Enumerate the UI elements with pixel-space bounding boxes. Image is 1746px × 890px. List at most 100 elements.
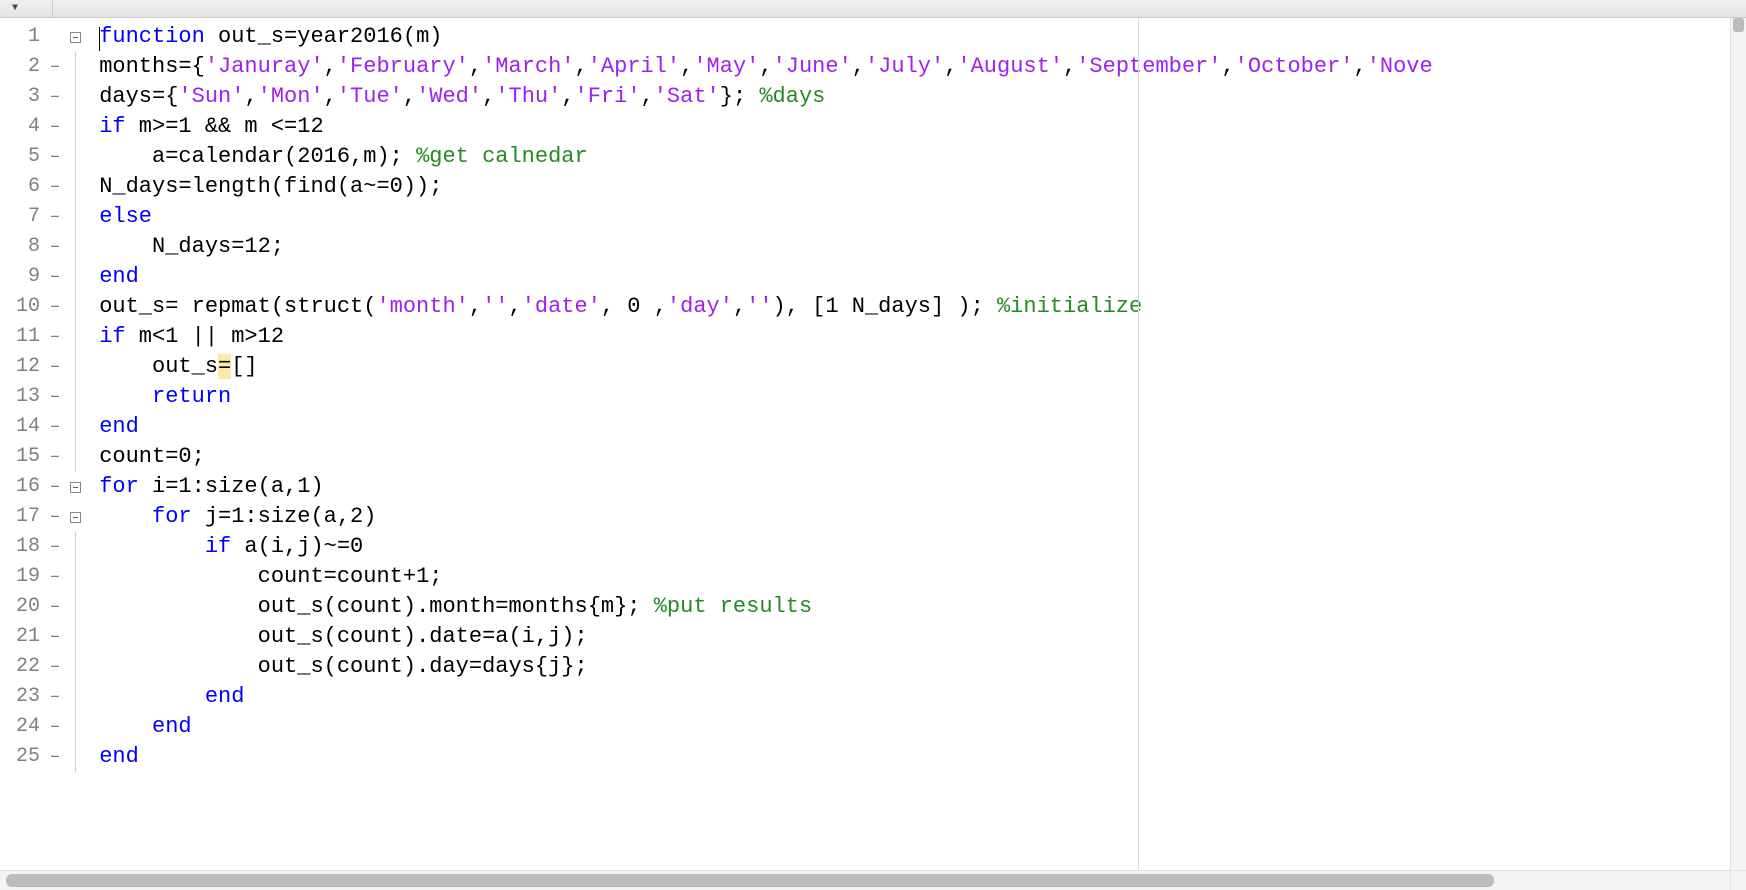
fold-cell [64,532,86,562]
fold-line-icon [75,52,76,82]
code-line[interactable]: days={'Sun','Mon','Tue','Wed','Thu','Fri… [86,82,1746,112]
code-token: , [508,294,521,319]
code-token: a(i,j)~=0 [231,534,363,559]
code-line[interactable]: end [86,262,1746,292]
breakpoint-cell[interactable]: – [46,262,64,292]
breakpoint-cell[interactable]: – [46,532,64,562]
breakpoint-cell[interactable]: – [46,232,64,262]
fold-cell[interactable] [64,22,86,52]
code-line[interactable]: a=calendar(2016,m); %get calnedar [86,142,1746,172]
line-number: 17 [0,502,46,532]
breakpoint-cell[interactable]: – [46,472,64,502]
breakpoint-cell[interactable]: – [46,412,64,442]
code-token: ), [1 N_days] ); [773,294,997,319]
code-line[interactable]: if a(i,j)~=0 [86,532,1746,562]
code-folding-strip[interactable] [64,18,86,870]
breakpoint-cell[interactable]: – [46,382,64,412]
code-token: end [99,744,139,769]
breakpoint-cell[interactable]: – [46,202,64,232]
code-token: 'July' [865,54,944,79]
code-line[interactable]: months={'Januray','February','March','Ap… [86,52,1746,82]
fold-line-icon [75,712,76,742]
breakpoint-cell[interactable]: – [46,322,64,352]
fold-line-icon [75,292,76,322]
code-line[interactable]: count=0; [86,442,1746,472]
code-line[interactable]: end [86,742,1746,772]
breakpoint-cell[interactable]: – [46,292,64,322]
code-area[interactable]: function out_s=year2016(m) months={'Janu… [86,18,1746,870]
code-line[interactable]: for i=1:size(a,1) [86,472,1746,502]
code-line[interactable]: out_s=[] [86,352,1746,382]
code-line[interactable]: else [86,202,1746,232]
code-line[interactable]: N_days=12; [86,232,1746,262]
code-token: out_s(count).month=months{m}; [258,594,654,619]
code-token: %get calnedar [416,144,588,169]
code-token: 'Fri' [575,84,641,109]
code-line[interactable]: end [86,712,1746,742]
fold-minus-icon[interactable] [70,482,81,493]
code-token: , [324,54,337,79]
line-number: 14 [0,412,46,442]
code-token: end [99,414,139,439]
breakpoint-cell[interactable]: – [46,622,64,652]
vertical-scrollbar[interactable] [1730,18,1746,870]
code-line[interactable]: for j=1:size(a,2) [86,502,1746,532]
code-line[interactable]: out_s= repmat(struct('month','','date', … [86,292,1746,322]
breakpoint-cell[interactable] [46,22,64,52]
breakpoint-cell[interactable]: – [46,682,64,712]
fold-cell [64,322,86,352]
fold-minus-icon[interactable] [70,32,81,43]
horizontal-scrollbar[interactable] [0,870,1730,890]
breakpoint-cell[interactable]: – [46,172,64,202]
breakpoint-cell[interactable]: – [46,562,64,592]
code-token: if [99,114,125,139]
breakpoint-cell[interactable]: – [46,82,64,112]
fold-cell[interactable] [64,502,86,532]
code-token: , [852,54,865,79]
code-line[interactable]: N_days=length(find(a~=0)); [86,172,1746,202]
fold-cell [64,442,86,472]
code-token: , [733,294,746,319]
code-line[interactable]: out_s(count).date=a(i,j); [86,622,1746,652]
code-line[interactable]: function out_s=year2016(m) [86,22,1746,52]
code-token: 'Sun' [178,84,244,109]
fold-cell [64,562,86,592]
breakpoint-cell[interactable]: – [46,742,64,772]
line-number-gutter: 1234567891011121314151617181920212223242… [0,18,46,870]
code-token: out_s(count).date=a(i,j); [258,624,588,649]
tab-strip: ▼ [0,0,1746,18]
breakpoint-cell[interactable]: – [46,712,64,742]
breakpoint-cell[interactable]: – [46,592,64,622]
code-line[interactable]: if m<1 || m>12 [86,322,1746,352]
code-token: 'Sat' [654,84,720,109]
code-line[interactable]: count=count+1; [86,562,1746,592]
code-line[interactable]: end [86,412,1746,442]
fold-cell [64,352,86,382]
breakpoint-strip[interactable]: –––––––––––––––––––––––– [46,18,64,870]
vertical-scrollbar-thumb[interactable] [1733,18,1744,32]
line-number: 3 [0,82,46,112]
code-token: j=1:size(a,2) [192,504,377,529]
breakpoint-cell[interactable]: – [46,442,64,472]
code-token: end [152,714,192,739]
code-line[interactable]: if m>=1 && m <=12 [86,112,1746,142]
horizontal-scrollbar-thumb[interactable] [6,874,1494,887]
breakpoint-cell[interactable]: – [46,112,64,142]
code-line[interactable]: out_s(count).month=months{m}; %put resul… [86,592,1746,622]
line-number: 15 [0,442,46,472]
code-line[interactable]: out_s(count).day=days{j}; [86,652,1746,682]
fold-cell [64,712,86,742]
breakpoint-cell[interactable]: – [46,142,64,172]
breakpoint-cell[interactable]: – [46,502,64,532]
fold-minus-icon[interactable] [70,512,81,523]
code-token: 'May' [693,54,759,79]
breakpoint-cell[interactable]: – [46,52,64,82]
file-menu-dropdown-icon[interactable]: ▼ [8,2,22,16]
fold-cell[interactable] [64,472,86,502]
code-token: months={ [99,54,205,79]
breakpoint-cell[interactable]: – [46,352,64,382]
code-line[interactable]: end [86,682,1746,712]
code-line[interactable]: return [86,382,1746,412]
fold-cell [64,82,86,112]
breakpoint-cell[interactable]: – [46,652,64,682]
